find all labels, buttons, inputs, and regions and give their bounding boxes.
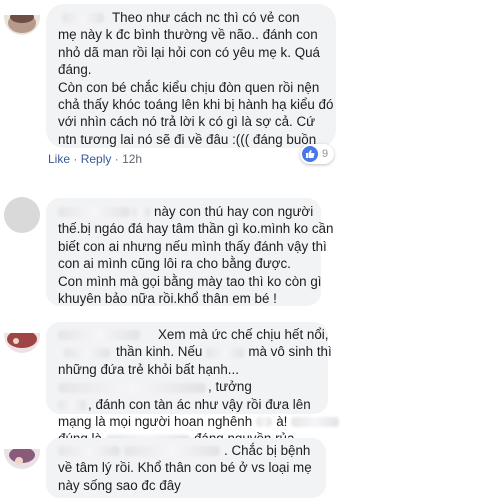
redacted-author-name (58, 330, 140, 341)
separator-dot: · (114, 152, 123, 166)
comment-text-line: nhỏ dã man rồi lại hỏi con có yêu mẹ k. … (58, 44, 321, 60)
redacted-author-name (58, 446, 120, 457)
avatar-image (4, 333, 40, 353)
comment-text-line: này con thú hay con người (154, 204, 314, 219)
avatar-image (4, 449, 40, 469)
comment-text-line: đáng. (58, 62, 92, 78)
comment-text-line: thế.bị ngáo đá hay tâm thần gì ko.mình k… (58, 221, 334, 237)
comment-text-line: Theo như cách nc thì có vẻ con (112, 10, 300, 25)
comment-text-line: Con mình mà gọi bằng mày tao thì ko còn … (58, 273, 322, 289)
comment-text-line: chả thấy khóc toáng lên khi bị hành hạ k… (58, 97, 334, 113)
comment-bubble: này con thú hay con người thế.bị ngáo đá… (46, 198, 334, 307)
comment-text-line: mà vô sinh thì (248, 344, 332, 360)
comment-text-line: mạng là mọi người hoan nghênh (58, 414, 253, 430)
comment-text-line: với nhìn cách nó trả lời k có gì là sợ c… (58, 114, 316, 130)
avatar-image (4, 15, 40, 35)
redacted-text (291, 417, 340, 428)
comment-actions: Like · Reply · 12h (48, 152, 142, 166)
redacted-text (58, 400, 86, 411)
separator-dot: · (73, 152, 81, 166)
reaction-count-badge[interactable]: 9 (300, 144, 335, 164)
reply-link[interactable]: Reply (81, 152, 112, 166)
redacted-text (256, 417, 273, 428)
redacted-author-name (62, 13, 104, 24)
comment-text-line: ntn tương lai nó sẽ đi về đâu :((( đáng … (58, 131, 317, 147)
redacted-text (132, 207, 150, 218)
timestamp[interactable]: 12h (122, 152, 142, 166)
avatar[interactable] (4, 449, 40, 469)
comment-text-line: khuyên bảo nữa rồi.khổ thân em bé ! (58, 291, 277, 307)
comment-bubble: . Chắc bị bệnh về tâm lý rồi. Khổ thân c… (46, 438, 326, 498)
avatar[interactable] (4, 15, 40, 35)
comment-text-line: thần kinh. Nếu (116, 344, 203, 360)
comment-text-line: Còn con bé chắc kiểu chịu đòn quen rồi n… (58, 79, 320, 95)
avatar-image (4, 197, 40, 233)
comment-text-line: biết con ai nhưng nếu mình thấy đánh vậy… (58, 238, 327, 254)
redacted-text (206, 347, 245, 358)
comment-text-line: , tưởng (208, 379, 252, 395)
reaction-count: 9 (322, 148, 329, 160)
redacted-text (64, 347, 110, 358)
thumbs-up-icon (302, 146, 318, 162)
avatar[interactable] (4, 333, 40, 353)
redacted-text (58, 382, 206, 393)
comment-text-line: . Chắc bị bệnh (224, 443, 311, 458)
comment-text-line: về tâm lý rồi. Khổ thân con bé ở vs loại… (58, 460, 312, 476)
comment-text-line: này sống sao đc đây (58, 477, 181, 493)
avatar[interactable] (4, 197, 40, 233)
comment-text-line: mẹ này k đc bình thường về não.. đánh co… (58, 27, 318, 43)
redacted-author-name (58, 207, 130, 218)
comment-bubble: Theo như cách nc thì có vẻ con mẹ này k … (46, 4, 336, 148)
comment-text-line: con ai mình cũng lôi ra cho bằng được. (58, 256, 291, 272)
comment-bubble: Xem mà ức chế chịu hết nổi, thần kinh. N… (46, 322, 340, 446)
like-link[interactable]: Like (48, 152, 70, 166)
comment-text-line: à! (276, 414, 288, 430)
comment-text-line: , đánh con tàn ác như vậy rồi đưa lên (88, 396, 311, 412)
comment-text-line: những đứa trẻ khỏi bất hạnh... (58, 361, 239, 377)
redacted-text (124, 446, 220, 457)
comment-text-line: Xem mà ức chế chịu hết nổi, (158, 327, 329, 342)
